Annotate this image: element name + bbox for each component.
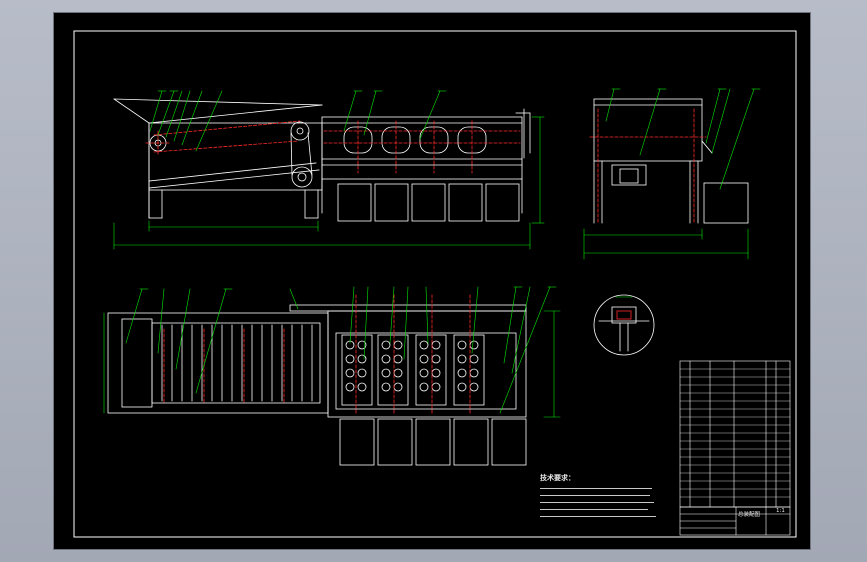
cad-drawing — [73, 30, 797, 538]
tech-requirements-notes — [540, 485, 658, 517]
front-view — [113, 98, 531, 222]
detail-view — [593, 294, 655, 356]
front-view-dimensions — [113, 90, 545, 250]
title-block-scale: 1:1 — [776, 508, 785, 514]
cad-viewport[interactable]: 技术要求： 总装配图 1:1 — [0, 0, 867, 562]
plan-view — [107, 304, 527, 466]
sorter-grids — [341, 334, 485, 406]
drawing-border — [73, 30, 797, 538]
conveyor-slats — [161, 324, 313, 402]
tech-requirements-title: 技术要求： — [540, 474, 575, 482]
side-view-centerlines — [589, 108, 707, 224]
drawing-sheet: 技术要求： 总装配图 1:1 — [54, 13, 810, 549]
title-block-name: 总装配图 — [738, 512, 761, 518]
side-view — [593, 98, 749, 224]
parts-list-rows — [679, 368, 791, 498]
parts-list — [679, 360, 791, 536]
side-view-dimensions — [583, 88, 761, 260]
